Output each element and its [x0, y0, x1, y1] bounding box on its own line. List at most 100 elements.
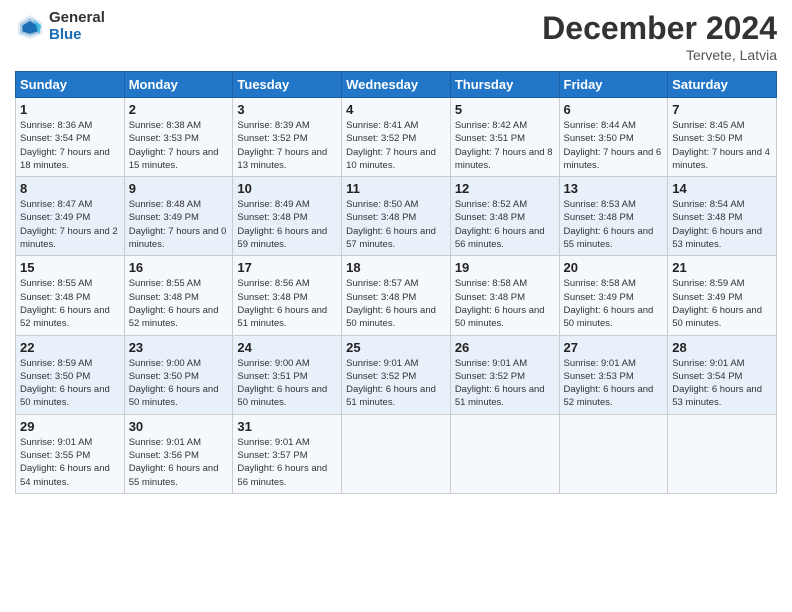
day-cell-8: 8 Sunrise: 8:47 AM Sunset: 3:49 PM Dayli… — [16, 177, 125, 256]
empty-cell — [668, 414, 777, 493]
day-number: 22 — [20, 340, 120, 355]
day-detail: Sunrise: 9:01 AM Sunset: 3:55 PM Dayligh… — [20, 436, 120, 489]
day-number: 12 — [455, 181, 555, 196]
day-cell-30: 30 Sunrise: 9:01 AM Sunset: 3:56 PM Dayl… — [124, 414, 233, 493]
day-number: 8 — [20, 181, 120, 196]
day-cell-28: 28 Sunrise: 9:01 AM Sunset: 3:54 PM Dayl… — [668, 335, 777, 414]
day-number: 27 — [564, 340, 664, 355]
day-cell-19: 19 Sunrise: 8:58 AM Sunset: 3:48 PM Dayl… — [450, 256, 559, 335]
day-cell-23: 23 Sunrise: 9:00 AM Sunset: 3:50 PM Dayl… — [124, 335, 233, 414]
weekday-header-tuesday: Tuesday — [233, 72, 342, 98]
day-number: 16 — [129, 260, 229, 275]
day-detail: Sunrise: 8:55 AM Sunset: 3:48 PM Dayligh… — [129, 277, 229, 330]
page-header: General Blue December 2024 Tervete, Latv… — [15, 10, 777, 63]
day-detail: Sunrise: 8:50 AM Sunset: 3:48 PM Dayligh… — [346, 198, 446, 251]
day-number: 13 — [564, 181, 664, 196]
day-detail: Sunrise: 8:44 AM Sunset: 3:50 PM Dayligh… — [564, 119, 664, 172]
day-detail: Sunrise: 8:47 AM Sunset: 3:49 PM Dayligh… — [20, 198, 120, 251]
day-cell-24: 24 Sunrise: 9:00 AM Sunset: 3:51 PM Dayl… — [233, 335, 342, 414]
day-number: 10 — [237, 181, 337, 196]
day-detail: Sunrise: 9:00 AM Sunset: 3:51 PM Dayligh… — [237, 357, 337, 410]
day-cell-1: 1 Sunrise: 8:36 AM Sunset: 3:54 PM Dayli… — [16, 98, 125, 177]
day-number: 30 — [129, 419, 229, 434]
day-number: 5 — [455, 102, 555, 117]
day-detail: Sunrise: 8:41 AM Sunset: 3:52 PM Dayligh… — [346, 119, 446, 172]
day-detail: Sunrise: 8:57 AM Sunset: 3:48 PM Dayligh… — [346, 277, 446, 330]
day-detail: Sunrise: 8:36 AM Sunset: 3:54 PM Dayligh… — [20, 119, 120, 172]
day-detail: Sunrise: 8:59 AM Sunset: 3:50 PM Dayligh… — [20, 357, 120, 410]
day-cell-15: 15 Sunrise: 8:55 AM Sunset: 3:48 PM Dayl… — [16, 256, 125, 335]
day-detail: Sunrise: 8:42 AM Sunset: 3:51 PM Dayligh… — [455, 119, 555, 172]
day-number: 23 — [129, 340, 229, 355]
day-number: 17 — [237, 260, 337, 275]
day-number: 2 — [129, 102, 229, 117]
day-number: 31 — [237, 419, 337, 434]
day-detail: Sunrise: 8:59 AM Sunset: 3:49 PM Dayligh… — [672, 277, 772, 330]
day-cell-7: 7 Sunrise: 8:45 AM Sunset: 3:50 PM Dayli… — [668, 98, 777, 177]
day-number: 29 — [20, 419, 120, 434]
day-number: 21 — [672, 260, 772, 275]
day-number: 9 — [129, 181, 229, 196]
day-detail: Sunrise: 8:48 AM Sunset: 3:49 PM Dayligh… — [129, 198, 229, 251]
day-number: 11 — [346, 181, 446, 196]
day-cell-3: 3 Sunrise: 8:39 AM Sunset: 3:52 PM Dayli… — [233, 98, 342, 177]
day-number: 7 — [672, 102, 772, 117]
day-cell-29: 29 Sunrise: 9:01 AM Sunset: 3:55 PM Dayl… — [16, 414, 125, 493]
weekday-header-friday: Friday — [559, 72, 668, 98]
day-cell-4: 4 Sunrise: 8:41 AM Sunset: 3:52 PM Dayli… — [342, 98, 451, 177]
weekday-header-thursday: Thursday — [450, 72, 559, 98]
day-number: 25 — [346, 340, 446, 355]
day-cell-25: 25 Sunrise: 9:01 AM Sunset: 3:52 PM Dayl… — [342, 335, 451, 414]
weekday-header-sunday: Sunday — [16, 72, 125, 98]
day-detail: Sunrise: 9:00 AM Sunset: 3:50 PM Dayligh… — [129, 357, 229, 410]
calendar-week-1: 1 Sunrise: 8:36 AM Sunset: 3:54 PM Dayli… — [16, 98, 777, 177]
empty-cell — [342, 414, 451, 493]
day-detail: Sunrise: 9:01 AM Sunset: 3:53 PM Dayligh… — [564, 357, 664, 410]
day-cell-13: 13 Sunrise: 8:53 AM Sunset: 3:48 PM Dayl… — [559, 177, 668, 256]
day-cell-12: 12 Sunrise: 8:52 AM Sunset: 3:48 PM Dayl… — [450, 177, 559, 256]
month-title: December 2024 — [542, 10, 777, 47]
calendar-week-4: 22 Sunrise: 8:59 AM Sunset: 3:50 PM Dayl… — [16, 335, 777, 414]
day-cell-27: 27 Sunrise: 9:01 AM Sunset: 3:53 PM Dayl… — [559, 335, 668, 414]
day-cell-14: 14 Sunrise: 8:54 AM Sunset: 3:48 PM Dayl… — [668, 177, 777, 256]
day-detail: Sunrise: 9:01 AM Sunset: 3:52 PM Dayligh… — [346, 357, 446, 410]
day-number: 4 — [346, 102, 446, 117]
day-cell-21: 21 Sunrise: 8:59 AM Sunset: 3:49 PM Dayl… — [668, 256, 777, 335]
day-detail: Sunrise: 8:56 AM Sunset: 3:48 PM Dayligh… — [237, 277, 337, 330]
day-detail: Sunrise: 9:01 AM Sunset: 3:56 PM Dayligh… — [129, 436, 229, 489]
day-detail: Sunrise: 8:49 AM Sunset: 3:48 PM Dayligh… — [237, 198, 337, 251]
title-area: December 2024 Tervete, Latvia — [542, 10, 777, 63]
day-cell-2: 2 Sunrise: 8:38 AM Sunset: 3:53 PM Dayli… — [124, 98, 233, 177]
day-number: 15 — [20, 260, 120, 275]
day-detail: Sunrise: 8:38 AM Sunset: 3:53 PM Dayligh… — [129, 119, 229, 172]
day-cell-20: 20 Sunrise: 8:58 AM Sunset: 3:49 PM Dayl… — [559, 256, 668, 335]
weekday-header-wednesday: Wednesday — [342, 72, 451, 98]
calendar-week-2: 8 Sunrise: 8:47 AM Sunset: 3:49 PM Dayli… — [16, 177, 777, 256]
day-number: 14 — [672, 181, 772, 196]
day-detail: Sunrise: 8:45 AM Sunset: 3:50 PM Dayligh… — [672, 119, 772, 172]
day-detail: Sunrise: 8:39 AM Sunset: 3:52 PM Dayligh… — [237, 119, 337, 172]
day-number: 20 — [564, 260, 664, 275]
app-logo: General Blue — [15, 10, 105, 43]
day-number: 19 — [455, 260, 555, 275]
day-cell-16: 16 Sunrise: 8:55 AM Sunset: 3:48 PM Dayl… — [124, 256, 233, 335]
day-detail: Sunrise: 8:58 AM Sunset: 3:49 PM Dayligh… — [564, 277, 664, 330]
location-label: Tervete, Latvia — [542, 47, 777, 63]
day-cell-11: 11 Sunrise: 8:50 AM Sunset: 3:48 PM Dayl… — [342, 177, 451, 256]
day-cell-17: 17 Sunrise: 8:56 AM Sunset: 3:48 PM Dayl… — [233, 256, 342, 335]
day-detail: Sunrise: 9:01 AM Sunset: 3:52 PM Dayligh… — [455, 357, 555, 410]
logo-icon — [15, 12, 45, 42]
day-number: 1 — [20, 102, 120, 117]
day-detail: Sunrise: 8:55 AM Sunset: 3:48 PM Dayligh… — [20, 277, 120, 330]
day-detail: Sunrise: 8:52 AM Sunset: 3:48 PM Dayligh… — [455, 198, 555, 251]
calendar-table: SundayMondayTuesdayWednesdayThursdayFrid… — [15, 71, 777, 494]
day-cell-22: 22 Sunrise: 8:59 AM Sunset: 3:50 PM Dayl… — [16, 335, 125, 414]
day-number: 24 — [237, 340, 337, 355]
calendar-week-5: 29 Sunrise: 9:01 AM Sunset: 3:55 PM Dayl… — [16, 414, 777, 493]
day-cell-5: 5 Sunrise: 8:42 AM Sunset: 3:51 PM Dayli… — [450, 98, 559, 177]
weekday-header-monday: Monday — [124, 72, 233, 98]
day-detail: Sunrise: 8:54 AM Sunset: 3:48 PM Dayligh… — [672, 198, 772, 251]
day-cell-6: 6 Sunrise: 8:44 AM Sunset: 3:50 PM Dayli… — [559, 98, 668, 177]
day-number: 26 — [455, 340, 555, 355]
day-number: 28 — [672, 340, 772, 355]
